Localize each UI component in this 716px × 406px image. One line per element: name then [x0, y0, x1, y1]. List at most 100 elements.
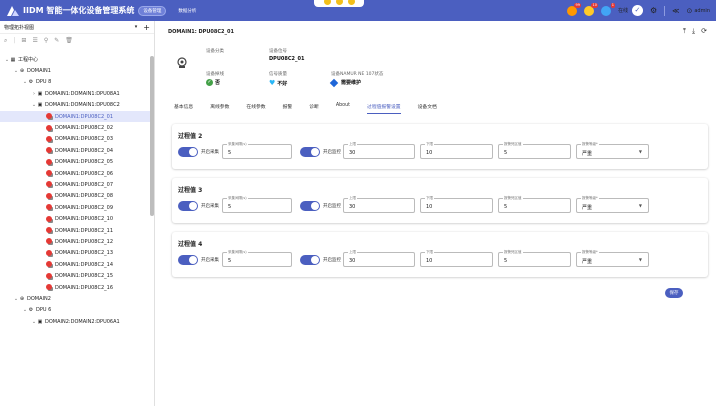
lower-limit-field[interactable]: 下限 10: [420, 250, 493, 267]
user-menu[interactable]: ⊙ admin: [686, 7, 710, 15]
deadband-field[interactable]: 报警死区值 5: [498, 142, 571, 159]
tree-item[interactable]: DOMAIN1:DPU08C2_13: [0, 248, 150, 259]
tree-item-label: DOMAIN1:DPU08C2_02: [55, 125, 114, 132]
tab-0[interactable]: 基本信息: [174, 103, 193, 114]
nav-data-analysis[interactable]: 数据分析: [178, 8, 196, 14]
tree-item[interactable]: DOMAIN1:DPU08C2_12: [0, 236, 150, 247]
module-box-icon: ▣: [37, 90, 43, 97]
alarm-level-select[interactable]: 报警等级* 严重 ▼: [576, 142, 649, 159]
search-icon[interactable]: ⌕: [4, 37, 7, 45]
tree-item[interactable]: DOMAIN1:DPU08C2_14: [0, 259, 150, 270]
device-alarm-icon: [46, 249, 53, 257]
device-title: DOMAIN1: DPU08C2_01: [168, 29, 234, 35]
tree-item[interactable]: ⌄ ⊕ DOMAIN2: [0, 293, 150, 304]
tree-item[interactable]: DOMAIN1:DPU08C2_01: [0, 110, 150, 123]
username: admin: [694, 7, 710, 14]
signal-field: 信号质量 ♥ 不好: [269, 71, 287, 87]
signal-label: 信号质量: [269, 72, 287, 77]
tree-item[interactable]: ⌄ ▣ DOMAIN1:DOMAIN1:DPU08C2: [0, 100, 150, 111]
tree-item[interactable]: ⌄ ▦ 工程中心: [0, 54, 150, 65]
list-icon[interactable]: ☰: [32, 37, 37, 44]
settings-gear-icon[interactable]: ⚙: [650, 6, 657, 15]
process-value-card: 过程值 2 开启采集 采集间隔(s) 5 开启监控 上限 30 下限 10 报警…: [172, 124, 708, 169]
tree-item[interactable]: ⌄ ▣ DOMAIN2:DOMAIN2:DPU06A1: [0, 316, 150, 327]
collect-toggle[interactable]: [178, 255, 198, 265]
add-icon[interactable]: +: [143, 23, 150, 32]
tree-item[interactable]: DOMAIN1:DPU08C2_15: [0, 270, 150, 281]
view-select-tools: ▾ +: [135, 23, 150, 32]
tree-item[interactable]: DOMAIN1:DPU08C2_16: [0, 282, 150, 293]
alarm-bell-icon[interactable]: 99: [566, 2, 581, 16]
upper-limit-field[interactable]: 上限 30: [343, 250, 415, 267]
share-icon[interactable]: ≪: [672, 7, 679, 15]
tree-item-label: DPU 8: [36, 79, 52, 86]
mode-badge[interactable]: 设备管理: [138, 5, 167, 16]
device-alarm-icon: [46, 215, 53, 223]
upload-icon[interactable]: ⤒: [683, 27, 686, 36]
location-icon[interactable]: ⚲: [44, 37, 48, 44]
tree-item-label: DOMAIN1:DPU08C2_04: [55, 147, 114, 154]
interval-field[interactable]: 采集间隔(s) 5: [222, 250, 292, 267]
tree-item[interactable]: ⌄ ⚙ DPU 6: [0, 305, 150, 316]
save-button[interactable]: 保存: [665, 288, 683, 298]
info-icon[interactable]: 1: [600, 2, 615, 16]
tree-item-label: DOMAIN1:DPU08C2_13: [55, 250, 114, 257]
tab-2[interactable]: 在线参数: [246, 103, 265, 114]
tab-7[interactable]: 设备文档: [418, 103, 437, 114]
interval-field-label: 采集间隔(s): [227, 196, 248, 201]
tree-item-label: DOMAIN2:DOMAIN2:DPU06A1: [45, 318, 120, 325]
lower-limit-field[interactable]: 下限 10: [420, 196, 493, 213]
interval-field[interactable]: 采集间隔(s) 5: [222, 196, 292, 213]
tree-item[interactable]: DOMAIN1:DPU08C2_09: [0, 202, 150, 213]
alarm-level-select[interactable]: 报警等级* 严重 ▼: [576, 250, 649, 267]
deadband-label: 报警死区值: [503, 196, 523, 201]
tab-6[interactable]: 过程值报警设置: [367, 103, 401, 114]
sidebar-scrollbar[interactable]: [150, 56, 154, 216]
upper-limit-value: 30: [349, 150, 356, 156]
tab-3[interactable]: 报警: [283, 103, 293, 114]
tree-item[interactable]: ⌄ ⊕ DOMAIN1: [0, 65, 150, 76]
tree-item[interactable]: DOMAIN1:DPU08C2_08: [0, 191, 150, 202]
alarm-level-value: 严重: [582, 205, 593, 211]
tree-item[interactable]: ⌄ ⚙ DPU 8: [0, 77, 150, 88]
interval-field[interactable]: 采集间隔(s) 5: [222, 142, 292, 159]
add-box-icon[interactable]: ⊞: [21, 37, 26, 44]
monitor-toggle[interactable]: [300, 147, 320, 157]
tree-item[interactable]: DOMAIN1:DPU08C2_06: [0, 168, 150, 179]
refresh-icon[interactable]: ⟳: [701, 27, 707, 36]
tab-4[interactable]: 诊断: [309, 103, 319, 114]
chevron-down-icon[interactable]: ▾: [135, 24, 138, 30]
alarm-level-select[interactable]: 报警等级* 严重 ▼: [576, 196, 649, 213]
monitor-toggle[interactable]: [300, 255, 320, 265]
header-actions: ⤒ ⤓ ⟳: [683, 27, 707, 36]
upper-limit-field[interactable]: 上限 30: [343, 196, 415, 213]
deadband-field[interactable]: 报警死区值 5: [498, 196, 571, 213]
user-avatar-icon: ⊙: [686, 6, 693, 15]
tab-1[interactable]: 离线参数: [210, 103, 229, 114]
tree-item[interactable]: › ▣ DOMAIN1:DOMAIN1:DPU08A1: [0, 88, 150, 99]
lower-limit-field[interactable]: 下限 10: [420, 142, 493, 159]
namur-field: 设备NAMUR NE 107状态 需要维护: [329, 71, 383, 87]
upper-limit-field[interactable]: 上限 30: [343, 142, 415, 159]
collect-toggle[interactable]: [178, 147, 198, 157]
delete-icon[interactable]: 🗑: [65, 37, 73, 44]
lower-limit-value: 10: [426, 150, 433, 156]
view-select[interactable]: 物理拓扑视图 ▾ +: [0, 21, 154, 34]
tree-item[interactable]: DOMAIN1:DPU08C2_02: [0, 122, 150, 133]
download-icon[interactable]: ⤓: [692, 27, 695, 36]
tree-item-label: DOMAIN1:DPU08C2_12: [55, 238, 114, 245]
alarm-level-label: 报警等级*: [581, 250, 599, 255]
tree-item[interactable]: DOMAIN1:DPU08C2_04: [0, 145, 150, 156]
warning-icon[interactable]: 10: [583, 2, 598, 16]
tree-item[interactable]: DOMAIN1:DPU08C2_11: [0, 225, 150, 236]
alarm-level-label: 报警等级*: [581, 142, 599, 147]
tab-5[interactable]: About: [336, 103, 350, 114]
edit-icon[interactable]: ✎: [54, 37, 59, 44]
deadband-field[interactable]: 报警死区值 5: [498, 250, 571, 267]
tree-item[interactable]: DOMAIN1:DPU08C2_05: [0, 157, 150, 168]
tree-item[interactable]: DOMAIN1:DPU08C2_07: [0, 179, 150, 190]
tree-item[interactable]: DOMAIN1:DPU08C2_03: [0, 134, 150, 145]
monitor-toggle[interactable]: [300, 201, 320, 211]
collect-toggle[interactable]: [178, 201, 198, 211]
tree-item[interactable]: DOMAIN1:DPU08C2_10: [0, 213, 150, 224]
